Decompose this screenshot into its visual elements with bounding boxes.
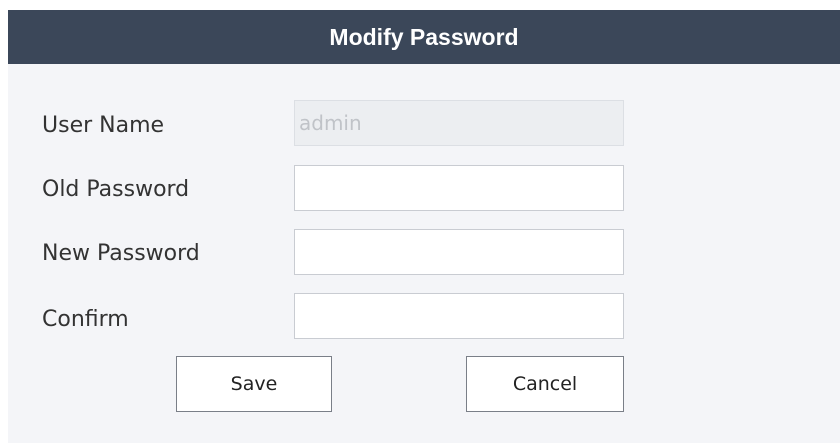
user-name-field: [294, 100, 624, 146]
new-password-field[interactable]: [294, 229, 624, 275]
dialog-title: Modify Password: [8, 10, 840, 64]
cancel-button[interactable]: Cancel: [466, 356, 624, 412]
user-name-label: User Name: [42, 113, 165, 138]
save-button[interactable]: Save: [176, 356, 332, 412]
old-password-label: Old Password: [42, 177, 190, 202]
new-password-label: New Password: [42, 241, 200, 266]
confirm-label: Confirm: [42, 307, 129, 332]
modify-password-dialog: Modify Password User Name Old Password N…: [8, 10, 840, 443]
confirm-password-field[interactable]: [294, 293, 624, 339]
old-password-field[interactable]: [294, 165, 624, 211]
